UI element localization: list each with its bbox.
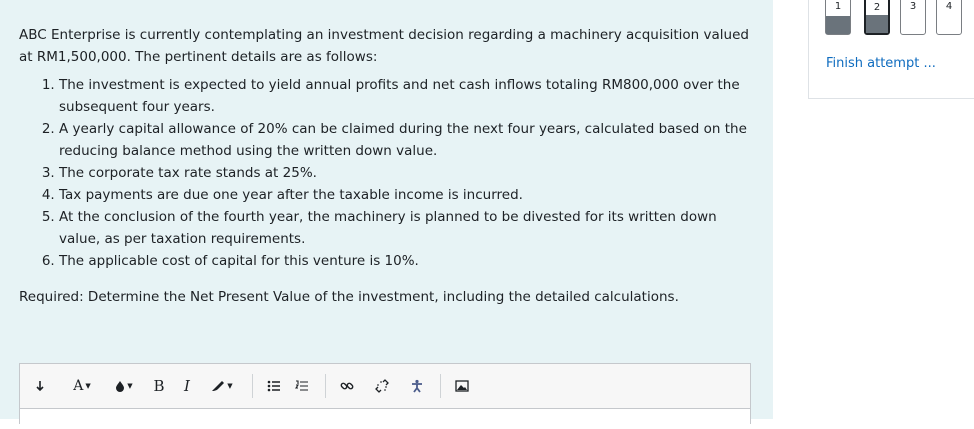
text-style-button[interactable]: ▼ (202, 374, 242, 398)
italic-button[interactable]: I (174, 374, 200, 398)
detail-item: The investment is expected to yield annu… (59, 74, 759, 118)
font-color-icon: A (73, 378, 84, 394)
editor-toolbar: A ▼ ▼ B I ▼ (20, 364, 477, 408)
detail-item: At the conclusion of the fourth year, th… (59, 206, 759, 250)
answer-editor: A ▼ ▼ B I ▼ (19, 363, 751, 429)
unordered-list-button[interactable] (261, 374, 287, 398)
question-nav-button-3[interactable]: 3 (900, 0, 926, 35)
question-intro: ABC Enterprise is currently contemplatin… (19, 27, 749, 65)
ordered-list-icon (295, 380, 308, 391)
required-instruction: Required: Determine the Net Present Valu… (19, 289, 679, 305)
detail-item: A yearly capital allowance of 20% can be… (59, 118, 759, 162)
accessibility-icon (412, 379, 422, 393)
question-nav-button-4[interactable]: 4 (936, 0, 962, 35)
chevron-down-icon: ▼ (227, 382, 233, 390)
image-icon (455, 380, 469, 392)
question-panel: ABC Enterprise is currently contemplatin… (0, 0, 773, 429)
text-style-icon (212, 381, 225, 391)
question-number: 1 (834, 1, 842, 12)
finish-attempt-link[interactable]: Finish attempt ... (826, 56, 936, 71)
ordered-list-button[interactable] (289, 374, 315, 398)
collapse-toolbar-icon (36, 381, 44, 392)
unlink-icon (375, 379, 389, 393)
question-details-list: The investment is expected to yield annu… (19, 74, 759, 272)
accessibility-button[interactable] (404, 374, 430, 398)
link-button[interactable] (334, 374, 360, 398)
detail-item: Tax payments are due one year after the … (59, 184, 759, 206)
background-color-button[interactable]: ▼ (104, 374, 144, 398)
toolbar-divider (252, 374, 253, 398)
toolbar-divider (440, 374, 441, 398)
unordered-list-icon (267, 380, 280, 392)
detail-item: The applicable cost of capital for this … (59, 250, 759, 272)
chevron-down-icon: ▼ (127, 382, 133, 390)
answered-indicator (866, 15, 888, 33)
question-number: 4 (945, 1, 953, 12)
question-number: 2 (873, 2, 881, 13)
background-color-icon (116, 381, 125, 392)
question-text: ABC Enterprise is currently contemplatin… (19, 24, 759, 272)
image-button[interactable] (449, 374, 475, 398)
answered-indicator (826, 16, 850, 34)
italic-label: I (184, 377, 190, 395)
collapse-toolbar-button[interactable] (20, 374, 60, 398)
detail-item: The corporate tax rate stands at 25%. (59, 162, 759, 184)
quiz-navigation: 1 2 3 4 Finish attempt ... (808, 0, 974, 99)
bold-label: B (153, 377, 165, 395)
unlink-button[interactable] (362, 374, 402, 398)
bold-button[interactable]: B (146, 374, 172, 398)
font-color-button[interactable]: A ▼ (62, 374, 102, 398)
toolbar-divider (325, 374, 326, 398)
question-nav-button-2[interactable]: 2 (864, 0, 890, 35)
question-number: 3 (909, 1, 917, 12)
chevron-down-icon: ▼ (85, 382, 91, 390)
question-nav-button-1[interactable]: 1 (825, 0, 851, 35)
link-icon (340, 382, 354, 390)
